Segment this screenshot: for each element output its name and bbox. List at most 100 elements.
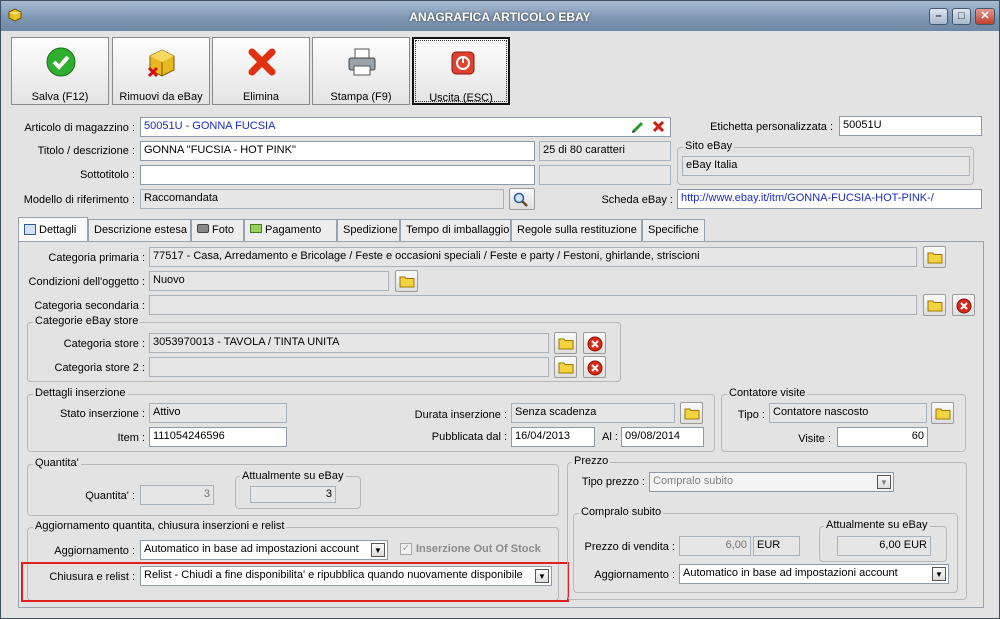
visite-label: Visite : bbox=[798, 433, 831, 445]
cat-secondaria-clear-button[interactable] bbox=[952, 294, 975, 316]
window-title: ANAGRAFICA ARTICOLO EBAY bbox=[409, 10, 591, 24]
search-modello-button[interactable] bbox=[509, 188, 535, 210]
exit-label: Uscita (ESC) bbox=[429, 92, 493, 104]
attualmente-prezzo-value: 6,00 EUR bbox=[837, 536, 931, 556]
prezzo-vendita-field: 6,00 bbox=[679, 536, 751, 556]
cat-secondaria-label: Categoria secondaria : bbox=[34, 300, 145, 312]
tipo-prezzo-value: Compralo subito bbox=[653, 475, 734, 487]
delete-label: Elimina bbox=[242, 91, 280, 103]
stato-field: Attivo bbox=[149, 403, 287, 423]
store-group-label: Categorie eBay store bbox=[33, 315, 141, 327]
sottotitolo-label: Sottotitolo : bbox=[79, 169, 135, 181]
sottotitolo-field[interactable] bbox=[140, 165, 535, 185]
tab-spedizione[interactable]: Spedizione bbox=[337, 219, 400, 241]
tipo-browse-button[interactable] bbox=[931, 402, 954, 424]
tab-pagamento-label: Pagamento bbox=[265, 224, 322, 236]
tab-dettagli[interactable]: Dettagli bbox=[18, 217, 88, 242]
condizioni-label: Condizioni dell'oggetto : bbox=[28, 276, 145, 288]
item-field[interactable]: 111054246596 bbox=[149, 427, 287, 447]
remove-icon bbox=[956, 298, 972, 314]
delete-button[interactable]: Elimina bbox=[212, 37, 310, 105]
attualmente-prezzo-label: Attualmente su eBay bbox=[824, 519, 930, 531]
edit-pencil-icon[interactable] bbox=[631, 120, 645, 134]
al-field[interactable]: 09/08/2014 bbox=[621, 427, 704, 447]
close-button[interactable]: ✕ bbox=[975, 8, 995, 25]
sito-ebay-group-label: Sito eBay bbox=[683, 140, 735, 152]
scheda-label: Scheda eBay : bbox=[601, 194, 673, 206]
print-button[interactable]: Stampa (F9) bbox=[312, 37, 410, 105]
tab-regole-restituzione[interactable]: Regole sulla restituzione bbox=[511, 219, 642, 241]
tipo-prezzo-label: Tipo prezzo : bbox=[581, 476, 645, 488]
tipo-field: Contatore nascosto bbox=[769, 403, 927, 423]
aggiornamento-select-value: Automatico in base ad impostazioni accou… bbox=[144, 543, 359, 555]
money-icon bbox=[250, 224, 262, 233]
aggiornamento-prezzo-select[interactable]: Automatico in base ad impostazioni accou… bbox=[679, 564, 949, 584]
tab-dettagli-label: Dettagli bbox=[39, 224, 77, 236]
store1-clear-button[interactable] bbox=[583, 332, 606, 354]
tab-descrizione-estesa[interactable]: Descrizione estesa bbox=[88, 219, 191, 241]
clear-icon[interactable] bbox=[652, 120, 665, 133]
inserzione-group-label: Dettagli inserzione bbox=[33, 387, 128, 399]
oos-checkbox[interactable]: ✓ bbox=[400, 543, 412, 555]
save-button[interactable]: Salva (F12) bbox=[11, 37, 109, 105]
save-label: Salva (F12) bbox=[31, 91, 89, 103]
tab-foto[interactable]: Foto bbox=[191, 219, 244, 241]
maximize-button[interactable]: □ bbox=[952, 8, 971, 25]
visite-field[interactable]: 60 bbox=[837, 427, 928, 447]
tipo-label: Tipo : bbox=[737, 409, 765, 421]
tab-specifiche[interactable]: Specifiche bbox=[642, 219, 705, 241]
sottotitolo-count bbox=[539, 165, 671, 185]
durata-browse-button[interactable] bbox=[680, 402, 703, 424]
chevron-down-icon: ▼ bbox=[877, 475, 891, 489]
attualmente-qty-label: Attualmente su eBay bbox=[240, 470, 346, 482]
folder-icon bbox=[927, 300, 943, 312]
sito-ebay-field: eBay Italia bbox=[682, 156, 970, 176]
tab-foto-label: Foto bbox=[212, 224, 235, 236]
titolo-field[interactable]: GONNA "FUCSIA - HOT PINK" bbox=[140, 141, 535, 161]
highlight-box bbox=[21, 562, 569, 602]
tipo-prezzo-select: Compralo subito ▼ bbox=[649, 472, 894, 492]
tab-tempo-imballaggio[interactable]: Tempo di imballaggio bbox=[400, 219, 511, 241]
store1-field: 3053970013 - TAVOLA / TINTA UNITA bbox=[149, 333, 549, 353]
store1-label: Categoria store : bbox=[63, 338, 145, 350]
folder-icon bbox=[558, 338, 574, 350]
pubblicata-label: Pubblicata dal : bbox=[431, 431, 507, 443]
store2-clear-button[interactable] bbox=[583, 356, 606, 378]
quantita-field: 3 bbox=[140, 485, 214, 505]
titolo-label: Titolo / descrizione : bbox=[37, 145, 135, 157]
pubblicata-field[interactable]: 16/04/2013 bbox=[511, 427, 595, 447]
aggiornamento-group-label: Aggiornamento quantita, chiusura inserzi… bbox=[33, 520, 287, 532]
search-icon bbox=[513, 192, 528, 207]
box-remove-icon bbox=[147, 49, 175, 78]
remove-from-ebay-button[interactable]: Rimuovi da eBay bbox=[112, 37, 210, 105]
exit-button[interactable]: Uscita (ESC) bbox=[412, 37, 510, 105]
window: ANAGRAFICA ARTICOLO EBAY – □ ✕ Salva (F1… bbox=[0, 0, 1000, 619]
attualmente-qty-value: 3 bbox=[250, 486, 336, 503]
stato-label: Stato inserzione : bbox=[60, 408, 145, 420]
printer-icon bbox=[348, 48, 376, 76]
condizioni-browse-button[interactable] bbox=[395, 270, 418, 292]
prezzo-vendita-label: Prezzo di vendita : bbox=[584, 541, 676, 553]
minimize-button[interactable]: – bbox=[929, 8, 948, 25]
articolo-field[interactable]: 50051U - GONNA FUCSIA bbox=[140, 117, 671, 137]
remove-icon bbox=[587, 336, 603, 352]
chevron-down-icon: ▼ bbox=[371, 543, 385, 557]
store2-browse-button[interactable] bbox=[554, 356, 577, 378]
tab-pagamento[interactable]: Pagamento bbox=[244, 219, 337, 241]
folder-icon bbox=[935, 408, 951, 420]
cat-primaria-browse-button[interactable] bbox=[923, 246, 946, 268]
camera-icon bbox=[197, 224, 209, 233]
scheda-link[interactable]: http://www.ebay.it/itm/GONNA-FUCSIA-HOT-… bbox=[677, 189, 982, 209]
details-icon bbox=[24, 224, 36, 235]
compralo-group-label: Compralo subito bbox=[579, 506, 664, 518]
etichetta-field[interactable]: 50051U bbox=[839, 116, 982, 136]
remove-label: Rimuovi da eBay bbox=[119, 91, 203, 103]
folder-icon bbox=[558, 362, 574, 374]
modello-field: Raccomandata bbox=[140, 189, 504, 209]
store2-field bbox=[149, 357, 549, 377]
quantita-label: Quantita' : bbox=[85, 490, 135, 502]
cat-secondaria-browse-button[interactable] bbox=[923, 294, 946, 316]
store1-browse-button[interactable] bbox=[554, 332, 577, 354]
aggiornamento-select[interactable]: Automatico in base ad impostazioni accou… bbox=[140, 540, 388, 560]
durata-label: Durata inserzione : bbox=[414, 409, 507, 421]
